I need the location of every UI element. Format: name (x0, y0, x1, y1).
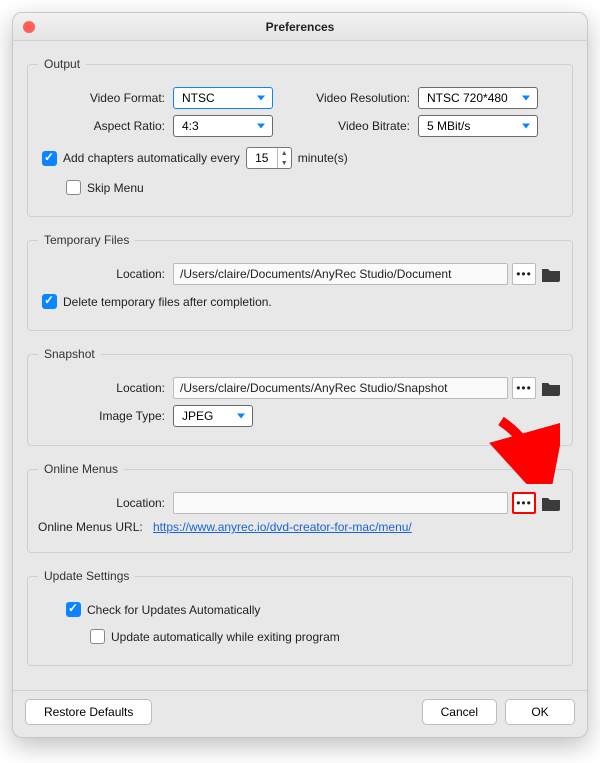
video-format-label: Video Format: (38, 91, 173, 105)
folder-icon[interactable] (540, 379, 562, 397)
auto-update-checkbox[interactable] (90, 629, 105, 644)
dialog-footer: Restore Defaults Cancel OK (13, 690, 587, 737)
temp-location-label: Location: (38, 267, 173, 281)
snapshot-location-field: /Users/claire/Documents/AnyRec Studio/Sn… (173, 377, 508, 399)
image-type-select[interactable]: JPEG (173, 405, 253, 427)
add-chapters-checkbox[interactable] (42, 151, 57, 166)
snapshot-legend: Snapshot (38, 347, 101, 361)
ok-button[interactable]: OK (505, 699, 575, 725)
preferences-window: Preferences Output Video Format: NTSC Vi… (12, 12, 588, 738)
online-menus-legend: Online Menus (38, 462, 124, 476)
add-chapters-label: Add chapters automatically every (63, 151, 240, 165)
folder-icon[interactable] (540, 494, 562, 512)
temp-files-section: Temporary Files Location: /Users/claire/… (27, 233, 573, 331)
online-menus-browse-button[interactable]: ••• (512, 492, 536, 514)
stepper-up-icon[interactable]: ▲ (278, 148, 291, 158)
aspect-ratio-label: Aspect Ratio: (38, 119, 173, 133)
temp-browse-button[interactable]: ••• (512, 263, 536, 285)
video-resolution-label: Video Resolution: (303, 91, 418, 105)
window-title: Preferences (266, 20, 335, 34)
video-format-select[interactable]: NTSC (173, 87, 273, 109)
chapter-interval-input[interactable] (247, 150, 277, 166)
skip-menu-checkbox[interactable] (66, 180, 81, 195)
video-resolution-select[interactable]: NTSC 720*480 (418, 87, 538, 109)
check-updates-label: Check for Updates Automatically (87, 603, 260, 617)
update-legend: Update Settings (38, 569, 135, 583)
cancel-button[interactable]: Cancel (422, 699, 497, 725)
temp-legend: Temporary Files (38, 233, 135, 247)
snapshot-location-label: Location: (38, 381, 173, 395)
online-menus-location-label: Location: (38, 496, 173, 510)
auto-update-label: Update automatically while exiting progr… (111, 630, 340, 644)
close-icon[interactable] (23, 21, 35, 33)
delete-temp-label: Delete temporary files after completion. (63, 295, 272, 309)
online-menus-location-field (173, 492, 508, 514)
snapshot-browse-button[interactable]: ••• (512, 377, 536, 399)
folder-icon[interactable] (540, 265, 562, 283)
aspect-ratio-select[interactable]: 4:3 (173, 115, 273, 137)
stepper-down-icon[interactable]: ▼ (278, 158, 291, 168)
chapter-interval-unit: minute(s) (298, 151, 348, 165)
restore-defaults-button[interactable]: Restore Defaults (25, 699, 152, 725)
video-bitrate-label: Video Bitrate: (303, 119, 418, 133)
online-menus-url-label: Online Menus URL: (38, 520, 153, 534)
temp-location-field: /Users/claire/Documents/AnyRec Studio/Do… (173, 263, 508, 285)
update-settings-section: Update Settings Check for Updates Automa… (27, 569, 573, 666)
chapter-interval-stepper[interactable]: ▲ ▼ (246, 147, 292, 169)
skip-menu-label: Skip Menu (87, 181, 144, 195)
snapshot-section: Snapshot Location: /Users/claire/Documen… (27, 347, 573, 446)
titlebar: Preferences (13, 13, 587, 41)
output-legend: Output (38, 57, 86, 71)
online-menus-section: Online Menus Location: ••• Online Menus … (27, 462, 573, 553)
online-menus-url-link[interactable]: https://www.anyrec.io/dvd-creator-for-ma… (153, 520, 412, 534)
output-section: Output Video Format: NTSC Video Resoluti… (27, 57, 573, 217)
video-bitrate-select[interactable]: 5 MBit/s (418, 115, 538, 137)
delete-temp-checkbox[interactable] (42, 294, 57, 309)
image-type-label: Image Type: (38, 409, 173, 423)
check-updates-checkbox[interactable] (66, 602, 81, 617)
